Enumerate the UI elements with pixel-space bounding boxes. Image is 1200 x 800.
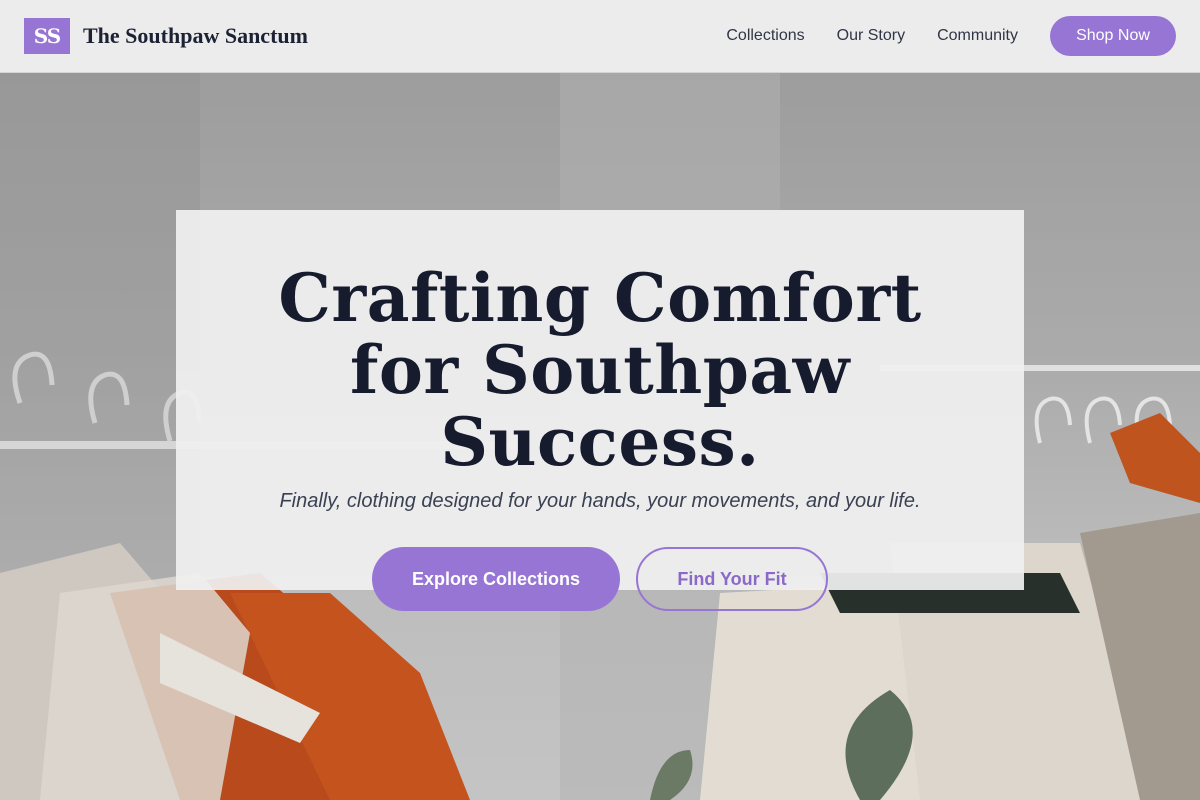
brand-name[interactable]: The Southpaw Sanctum	[83, 23, 308, 49]
nav-our-story[interactable]: Our Story	[837, 27, 905, 45]
shop-now-button[interactable]: Shop Now	[1050, 16, 1176, 56]
hero-title: Crafting Comfort for Southpaw Success.	[278, 259, 922, 481]
find-your-fit-button[interactable]: Find Your Fit	[636, 547, 828, 611]
hero-cta-row: Explore Collections Find Your Fit	[372, 547, 828, 611]
explore-collections-button[interactable]: Explore Collections	[372, 547, 620, 611]
main-nav: Collections Our Story Community Shop Now	[726, 16, 1176, 56]
hero-subtitle: Finally, clothing designed for your hand…	[279, 490, 921, 512]
nav-community[interactable]: Community	[937, 27, 1018, 45]
logo-mark[interactable]: SS	[24, 18, 70, 54]
site-header: SS The Southpaw Sanctum Collections Our …	[0, 0, 1200, 73]
nav-collections[interactable]: Collections	[726, 27, 804, 45]
hero-card: Crafting Comfort for Southpaw Success. F…	[176, 210, 1024, 611]
